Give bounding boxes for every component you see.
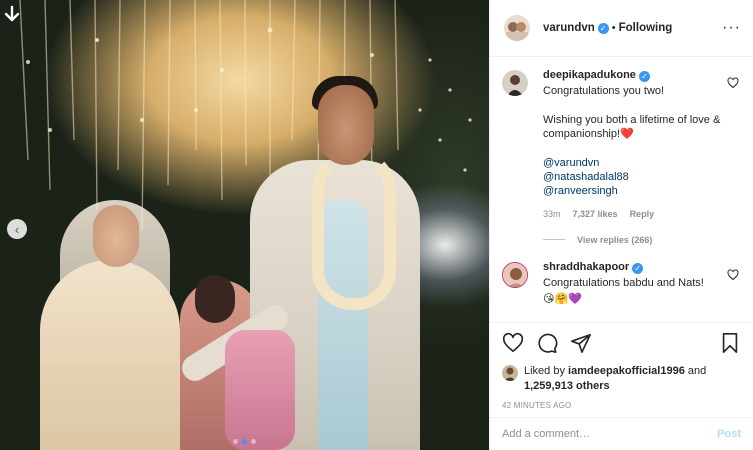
post-button[interactable]: Post (717, 428, 741, 440)
chevron-left-icon: ‹ (14, 221, 20, 237)
separator-dot: • (611, 22, 616, 34)
bookmark-icon[interactable] (719, 332, 741, 354)
liker-username[interactable]: iamdeepakofficial1996 (568, 365, 685, 377)
verified-icon: ✓ (632, 262, 644, 274)
flower-garland (312, 150, 396, 310)
carousel-dot (251, 439, 256, 444)
liked-by-label: Liked by (524, 365, 565, 377)
view-replies-button[interactable]: View replies (266) (543, 235, 741, 245)
pink-cloth (225, 330, 295, 450)
comment-emojis: 😘🤗💜 (543, 293, 582, 306)
comment-mentions: @varundvn @natashadalal88 @ranveersingh (543, 156, 721, 199)
comment-icon[interactable] (536, 332, 558, 354)
action-bar (502, 331, 741, 355)
heart-icon[interactable] (727, 269, 739, 281)
comment-item: deepikapadukone ✓ Congratulations you two… (502, 69, 741, 219)
comment-text: Congratulations babdu and Nats! (543, 276, 704, 289)
verified-icon: ✓ (597, 22, 609, 34)
share-icon[interactable] (570, 332, 592, 354)
comment-input[interactable] (502, 428, 718, 440)
likes-conjunction: and (687, 365, 707, 377)
reply-button[interactable]: Reply (630, 209, 655, 219)
add-comment-bar: Post (490, 417, 753, 450)
comment-item: shraddhakapoor ✓ Congratulations babdu an… (502, 261, 741, 307)
author-avatar[interactable] (504, 15, 530, 41)
author-username[interactable]: varundvn (543, 22, 595, 34)
guest-head (195, 275, 235, 323)
post-photo[interactable]: ‹ (0, 0, 489, 450)
groom-head (318, 85, 374, 165)
mention-link[interactable]: @varundvn (543, 156, 721, 170)
verified-icon: ✓ (638, 71, 650, 82)
heart-icon[interactable] (727, 77, 739, 89)
commenter-avatar[interactable] (502, 261, 528, 288)
previous-slide-button[interactable]: ‹ (7, 219, 27, 239)
likes-text: Liked by iamdeepakofficial1996 and 1,259… (524, 364, 706, 394)
mention-link[interactable]: @ranveersingh (543, 184, 721, 198)
comment-meta: 33m 7,327 likes Reply (543, 209, 721, 219)
replies-divider (543, 239, 565, 241)
bride-head (93, 205, 139, 267)
more-icon[interactable]: ··· (722, 20, 741, 36)
carousel-dot (233, 439, 238, 444)
post-details-panel: varundvn ✓ • Following ··· deepikapaduko… (489, 0, 753, 450)
comment-body: deepikapadukone ✓ Congratulations you two… (543, 69, 721, 219)
post-actions: Liked by iamdeepakofficial1996 and 1,259… (490, 322, 753, 410)
comments-list: deepikapadukone ✓ Congratulations you two… (490, 57, 753, 322)
commenter-avatar[interactable] (502, 70, 528, 96)
comment-text: Congratulations you two! Wishing you bot… (543, 85, 721, 141)
carousel-dot-active (242, 439, 247, 444)
heart-icon[interactable] (502, 332, 524, 354)
heart-emoji: ❤️ (620, 128, 634, 141)
download-icon[interactable] (3, 5, 21, 25)
comment-body: shraddhakapoor ✓ Congratulations babdu an… (543, 261, 721, 307)
comment-username[interactable]: deepikapadukone (543, 69, 636, 81)
instagram-post-modal: ‹ varundvn ✓ • Following ··· deepikapadu… (0, 0, 753, 450)
post-timestamp[interactable]: 42 MINUTES AGO (502, 401, 741, 410)
following-button[interactable]: Following (619, 22, 673, 34)
likes-summary: Liked by iamdeepakofficial1996 and 1,259… (502, 364, 741, 394)
view-replies-label: View replies (266) (577, 234, 653, 245)
likes-others-count[interactable]: 1,259,913 others (524, 380, 610, 392)
comment-likes[interactable]: 7,327 likes (573, 209, 618, 219)
post-header: varundvn ✓ • Following ··· (490, 0, 753, 57)
bride-figure (40, 260, 180, 450)
mention-link[interactable]: @natashadalal88 (543, 170, 721, 184)
comment-time[interactable]: 33m (543, 209, 561, 219)
carousel-indicator (0, 439, 489, 444)
liker-avatar[interactable] (502, 365, 518, 381)
comment-username[interactable]: shraddhakapoor (543, 261, 629, 273)
